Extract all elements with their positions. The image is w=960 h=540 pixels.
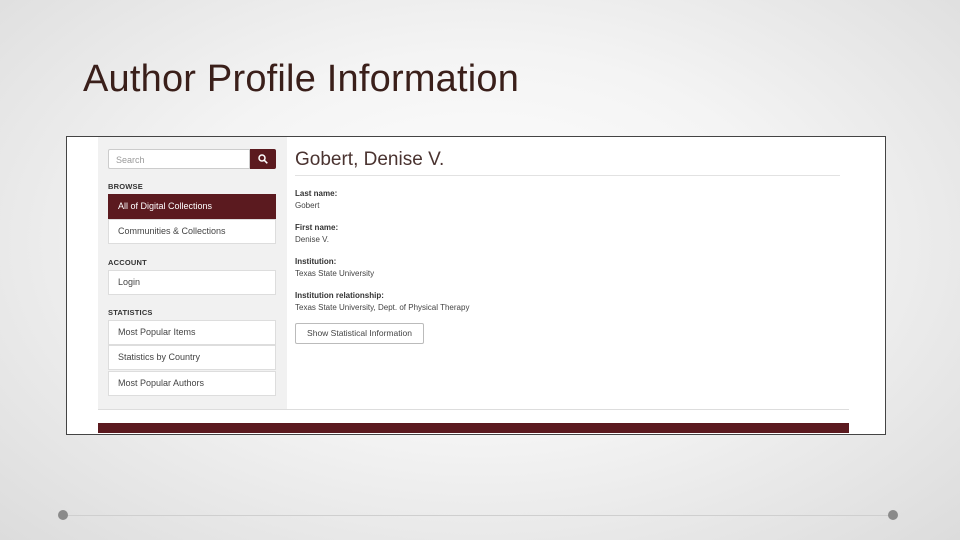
sidebar-item-popular-authors[interactable]: Most Popular Authors bbox=[108, 371, 276, 396]
first-name-label: First name: bbox=[295, 223, 339, 232]
browse-heading: BROWSE bbox=[108, 182, 143, 191]
first-name-value: Denise V. bbox=[295, 235, 329, 244]
account-heading: ACCOUNT bbox=[108, 258, 147, 267]
decorative-dot bbox=[58, 510, 68, 520]
sidebar-item-communities[interactable]: Communities & Collections bbox=[108, 219, 276, 244]
last-name-value: Gobert bbox=[295, 201, 320, 210]
sidebar-item-popular-items[interactable]: Most Popular Items bbox=[108, 320, 276, 345]
search-button[interactable] bbox=[250, 149, 276, 169]
sidebar-item-all-collections[interactable]: All of Digital Collections bbox=[108, 194, 276, 219]
decorative-dot bbox=[888, 510, 898, 520]
sidebar: Search BROWSE All of Digital Collections… bbox=[98, 137, 287, 409]
sidebar-item-statistics-country[interactable]: Statistics by Country bbox=[108, 345, 276, 370]
author-name: Gobert, Denise V. bbox=[295, 149, 445, 170]
repository-screenshot: Search BROWSE All of Digital Collections… bbox=[66, 136, 886, 435]
sidebar-item-login[interactable]: Login bbox=[108, 270, 276, 295]
institution-label: Institution: bbox=[295, 257, 337, 266]
show-statistics-button[interactable]: Show Statistical Information bbox=[295, 323, 424, 344]
footer-bar bbox=[98, 423, 849, 433]
statistics-heading: STATISTICS bbox=[108, 308, 153, 317]
institution-value: Texas State University bbox=[295, 269, 375, 278]
search-icon bbox=[258, 154, 268, 164]
decorative-line bbox=[63, 515, 894, 516]
institution-relationship-value: Texas State University, Dept. of Physica… bbox=[295, 303, 470, 312]
divider bbox=[98, 409, 849, 410]
search-input[interactable]: Search bbox=[108, 149, 250, 169]
institution-relationship-label: Institution relationship: bbox=[295, 291, 384, 300]
divider bbox=[295, 175, 840, 176]
slide-title: Author Profile Information bbox=[83, 58, 520, 100]
last-name-label: Last name: bbox=[295, 189, 338, 198]
